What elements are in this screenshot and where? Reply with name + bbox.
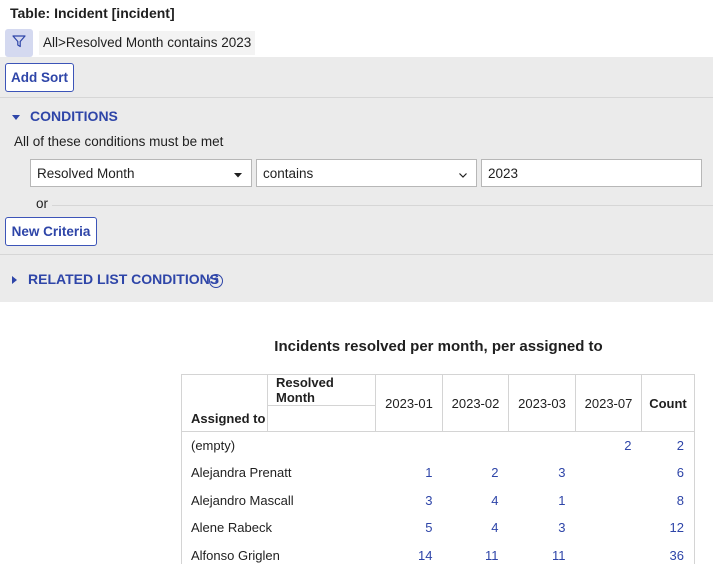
column-group-header: Resolved Month	[267, 374, 376, 406]
row-count-cell[interactable]: 36	[641, 541, 695, 564]
table-cell[interactable]	[576, 514, 642, 542]
table-row: Alejandro Mascall 3 4 1 8	[181, 486, 695, 515]
pivot-table: Resolved Month 2023-01 2023-02 2023-03 2…	[181, 374, 695, 564]
condition-field-select[interactable]: Resolved Month	[30, 159, 252, 187]
divider	[0, 254, 713, 255]
table-cell[interactable]: 11	[509, 542, 576, 564]
row-label: (empty)	[181, 431, 376, 459]
or-label: or	[36, 196, 49, 211]
row-label: Alejandro Mascall	[181, 486, 376, 514]
related-list-conditions-label: RELATED LIST CONDITIONS	[28, 271, 220, 287]
row-count-cell[interactable]: 2	[641, 431, 695, 459]
table-cell[interactable]: 5	[376, 514, 443, 542]
help-icon[interactable]: ?	[209, 274, 223, 288]
row-count-cell[interactable]: 8	[641, 486, 695, 514]
table-cell[interactable]: 3	[509, 459, 576, 487]
conditions-section-toggle[interactable]: CONDITIONS	[12, 108, 118, 124]
table-cell[interactable]: 3	[509, 514, 576, 542]
table-cell[interactable]	[443, 432, 509, 460]
table-cell[interactable]: 2	[576, 432, 642, 460]
table-row: Alfonso Griglen 14 11 11 36	[181, 541, 695, 564]
table-cell[interactable]: 3	[376, 487, 443, 515]
filter-row: All>Resolved Month contains 2023	[5, 29, 256, 57]
conditions-match-text: All of these conditions must be met	[14, 134, 224, 149]
condition-builder-panel: Add Sort CONDITIONS All of these conditi…	[0, 57, 713, 302]
condition-operator-select[interactable]: contains	[256, 159, 477, 187]
filter-breadcrumb[interactable]: All>Resolved Month contains 2023	[39, 31, 256, 55]
column-header: 2023-02	[442, 374, 509, 432]
table-cell[interactable]	[576, 542, 642, 564]
table-cell[interactable]	[576, 459, 642, 487]
chevron-down-icon	[458, 168, 468, 183]
divider	[52, 205, 713, 206]
condition-value-input[interactable]: 2023	[481, 159, 702, 187]
table-row: Alene Rabeck 5 4 3 12	[181, 514, 695, 542]
table-cell[interactable]: 2	[443, 459, 509, 487]
row-count-cell[interactable]: 12	[641, 514, 695, 542]
column-header: 2023-03	[508, 374, 576, 432]
table-cell[interactable]: 4	[443, 487, 509, 515]
new-criteria-button[interactable]: New Criteria	[5, 217, 97, 246]
table-cell[interactable]: 11	[443, 542, 509, 564]
row-group-header: Assigned to	[181, 405, 268, 432]
header-spacer	[267, 405, 376, 432]
pivot-corner-cell	[181, 374, 268, 406]
condition-value-text: 2023	[488, 165, 519, 181]
table-row: (empty) 2 2	[181, 431, 695, 460]
table-cell[interactable]	[509, 432, 576, 460]
caret-down-icon	[12, 108, 20, 124]
row-count-cell[interactable]: 6	[641, 459, 695, 487]
table-cell[interactable]	[576, 487, 642, 515]
row-label: Alejandra Prenatt	[181, 459, 376, 487]
row-label: Alene Rabeck	[181, 514, 376, 542]
table-cell[interactable]: 1	[376, 459, 443, 487]
add-sort-button[interactable]: Add Sort	[5, 63, 74, 92]
row-label: Alfonso Griglen	[181, 541, 376, 564]
conditions-section-label: CONDITIONS	[30, 108, 118, 124]
table-cell[interactable]	[376, 432, 443, 460]
condition-field-value: Resolved Month	[37, 165, 135, 181]
condition-operator-value: contains	[263, 165, 314, 181]
filter-funnel-icon	[12, 34, 26, 53]
table-cell[interactable]: 14	[376, 542, 443, 564]
column-header: 2023-07	[575, 374, 642, 432]
column-header: 2023-01	[375, 374, 443, 432]
count-column-header: Count	[641, 374, 695, 432]
report-title: Incidents resolved per month, per assign…	[274, 338, 603, 355]
divider	[0, 97, 713, 98]
table-cell[interactable]: 4	[443, 514, 509, 542]
caret-right-icon	[12, 271, 18, 287]
table-title: Table: Incident [incident]	[10, 5, 175, 21]
table-cell[interactable]: 1	[509, 487, 576, 515]
related-list-conditions-toggle[interactable]: RELATED LIST CONDITIONS	[12, 271, 219, 287]
table-row: Alejandra Prenatt 1 2 3 6	[181, 459, 695, 487]
filter-toggle-button[interactable]	[5, 29, 33, 57]
caret-down-icon	[233, 168, 243, 183]
